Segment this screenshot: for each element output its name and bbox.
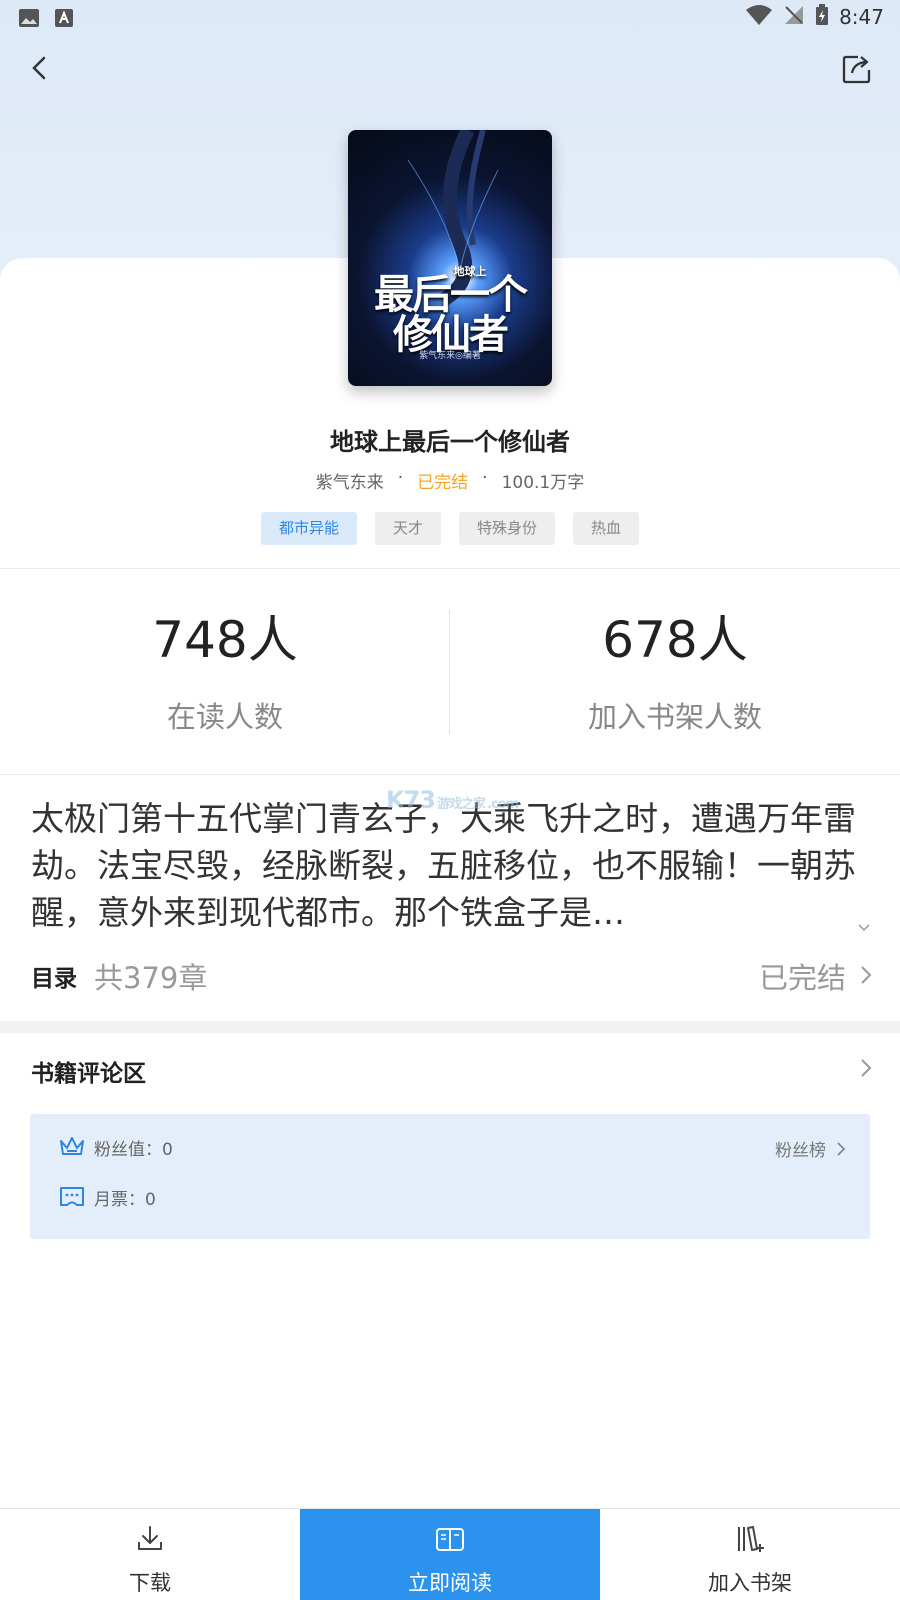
image-icon [18, 8, 40, 32]
wifi-icon [745, 4, 773, 30]
toc-row[interactable]: 目录 共379章 已完结 [31, 955, 876, 999]
bookshelf-count: 678人 [602, 611, 748, 669]
synopsis-text[interactable]: 太极门第十五代掌门青玄子，大乘飞升之时，遭遇万年雷劫。法宝尽毁，经脉断裂，五脏移… [31, 795, 861, 936]
chevron-right-icon [861, 1059, 872, 1077]
ticket-icon [60, 1187, 84, 1206]
tag-item[interactable]: 特殊身份 [459, 512, 556, 545]
read-now-button[interactable]: 立即阅读 [300, 1509, 600, 1600]
book-meta: 紫气东来 · 已完结 · 100.1万字 [0, 468, 900, 493]
fan-value-row: 粉丝值：0 [58, 1134, 173, 1160]
author-link[interactable]: 紫气东来 [316, 468, 384, 493]
book-title: 地球上最后一个修仙者 [330, 428, 570, 456]
fan-rank-link[interactable]: 粉丝榜 [775, 1136, 846, 1161]
reviews-title[interactable]: 书籍评论区 [31, 1054, 146, 1088]
reading-label: 在读人数 [166, 700, 283, 734]
fan-value: 粉丝值：0 [94, 1139, 173, 1160]
status-bar: 8:47 [0, 0, 900, 36]
separator-dot: · [397, 468, 404, 488]
chapter-count: 共379章 [94, 961, 208, 995]
toc-status: 已完结 [758, 961, 846, 995]
monthly-ticket-row: 月票：0 [58, 1184, 156, 1210]
download-button[interactable]: 下载 [0, 1509, 300, 1600]
font-icon [54, 8, 74, 32]
read-now-label: 立即阅读 [408, 1571, 492, 1595]
bookshelf-add-icon [738, 1526, 764, 1552]
section-separator [0, 1021, 900, 1033]
expand-synopsis-button[interactable] [857, 918, 871, 932]
bookshelf-label: 加入书架人数 [587, 700, 762, 734]
chevron-left-icon [32, 56, 46, 80]
fan-rank-label: 粉丝榜 [775, 1141, 826, 1161]
fans-card: 粉丝值：0 月票：0 粉丝榜 [30, 1114, 870, 1239]
book-cover[interactable]: 地球上 最后一个修仙者 紫气东来◎编著 [348, 130, 552, 386]
download-icon [138, 1526, 162, 1550]
tag-list: 都市异能 天才 特殊身份 热血 [0, 512, 900, 545]
reading-count: 748人 [152, 611, 298, 669]
status-badge: 已完结 [417, 473, 469, 493]
tag-item[interactable]: 热血 [573, 512, 640, 545]
bookshelf-stat: 678人 加入书架人数 [450, 600, 900, 736]
reading-stat: 748人 在读人数 [0, 600, 450, 736]
cover-author: 紫气东来◎编著 [419, 351, 481, 361]
clock: 8:47 [839, 5, 884, 29]
crown-icon [60, 1137, 84, 1155]
download-label: 下载 [129, 1571, 171, 1595]
open-book-icon [436, 1528, 464, 1551]
tag-item[interactable]: 都市异能 [260, 512, 357, 545]
tag-item[interactable]: 天才 [374, 512, 441, 545]
battery-icon [815, 4, 829, 30]
toc-label: 目录 [31, 966, 77, 992]
separator-dot: · [482, 468, 488, 488]
no-signal-icon [783, 4, 805, 30]
divider [0, 568, 900, 569]
reviews-more-button[interactable] [860, 1058, 872, 1078]
watermark: K73 游戏之家 .com [386, 786, 519, 814]
bottom-action-bar: 下载 立即阅读 加入书架 [0, 1508, 900, 1600]
add-to-shelf-button[interactable]: 加入书架 [600, 1509, 900, 1600]
monthly-ticket: 月票：0 [94, 1189, 156, 1210]
back-button[interactable] [22, 50, 58, 86]
add-to-shelf-label: 加入书架 [708, 1571, 792, 1595]
chevron-right-icon [837, 1141, 846, 1156]
divider [0, 774, 900, 775]
chevron-right-icon [861, 966, 872, 984]
cover-title: 地球上 最后一个修仙者 [348, 265, 552, 355]
chevron-down-icon [858, 924, 870, 932]
share-button[interactable] [840, 52, 874, 86]
word-count: 100.1万字 [501, 473, 585, 493]
share-icon [842, 55, 871, 84]
